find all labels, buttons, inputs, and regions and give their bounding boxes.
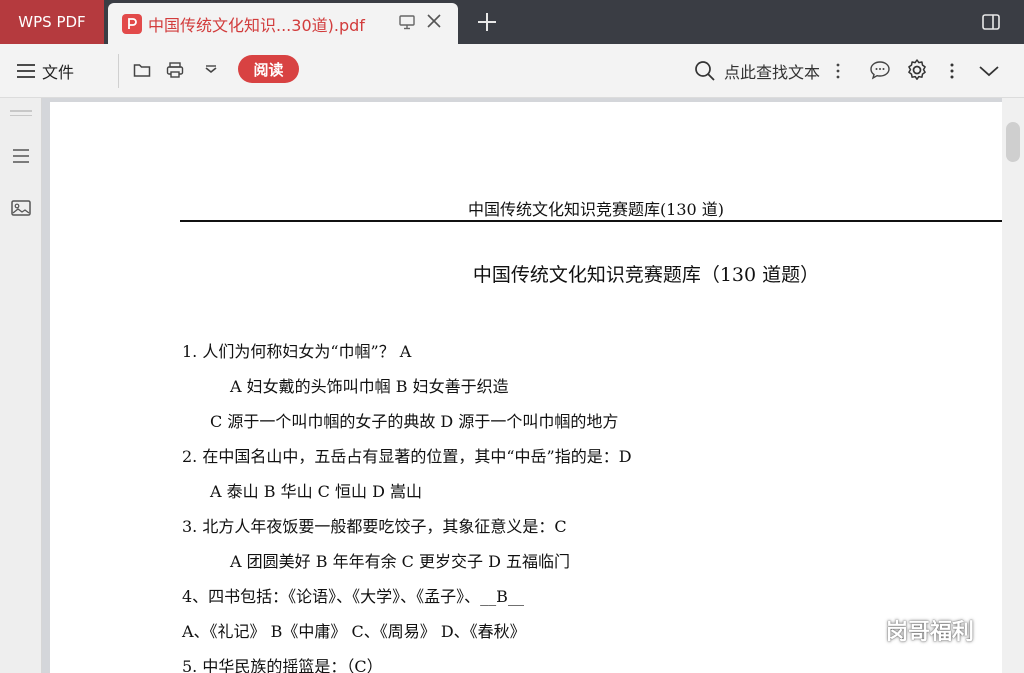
watermark-text: 岗哥福利 <box>886 620 975 645</box>
hamburger-menu-icon <box>17 64 35 78</box>
question-line: 5. 中华民族的摇篮是：（C） <box>182 657 383 673</box>
new-tab-plus-icon[interactable] <box>474 9 500 35</box>
wechat-watermark: 岗哥福利 <box>846 614 974 646</box>
print-button[interactable] <box>165 58 185 82</box>
sidebar-handle-line <box>10 115 32 116</box>
close-icon[interactable] <box>424 11 444 31</box>
monitor-icon[interactable] <box>398 13 416 31</box>
chevron-down-icon <box>205 65 217 74</box>
option-line: A 团圆美好 B 年年有余 C 更岁交子 D 五福临门 <box>230 552 570 571</box>
page-title: 中国传统文化知识竞赛题库（130 道题） <box>472 264 820 286</box>
folder-icon <box>133 64 151 77</box>
option-line: A 妇女戴的头饰叫巾帼 B 妇女善于织造 <box>230 377 509 396</box>
file-menu-label: 文件 <box>42 63 75 82</box>
question-line: 2. 在中国名山中，五岳占有显著的位置，其中“中岳”指的是：D <box>182 447 632 466</box>
document-viewport[interactable]: 中国传统文化知识竞赛题库(130 道) 中国传统文化知识竞赛题库（130 道题）… <box>42 98 1024 673</box>
search-options-button[interactable] <box>832 58 844 84</box>
more-dropdown-button[interactable] <box>201 58 221 82</box>
find-text-label: 点此查找文本 <box>724 63 821 82</box>
comment-button[interactable] <box>868 57 892 83</box>
chevron-down-icon <box>979 66 999 77</box>
option-line: A、《礼记》 B《中庸》 C、《周易》 D、《春秋》 <box>182 622 526 641</box>
toolbar: 文件 阅读 点此查找文本 <box>0 44 1024 98</box>
question-line: 1. 人们为何称妇女为“巾帼”？ A <box>182 342 412 361</box>
chat-bubble-icon <box>870 61 890 80</box>
toolbar-divider <box>118 54 119 88</box>
search-icon <box>695 61 715 81</box>
file-menu-button[interactable]: 文件 <box>16 56 74 86</box>
scrollbar-thumb[interactable] <box>1006 122 1020 162</box>
sidebar-handle[interactable] <box>10 110 32 112</box>
vertical-scrollbar[interactable] <box>1002 98 1024 673</box>
open-folder-button[interactable] <box>132 58 152 82</box>
outline-list-icon[interactable] <box>10 146 32 166</box>
option-line: A 泰山 B 华山 C 恒山 D 嵩山 <box>210 482 422 501</box>
more-options-button[interactable] <box>946 58 958 84</box>
settings-button[interactable] <box>904 56 930 84</box>
pdf-file-icon <box>122 13 142 34</box>
gear-icon <box>908 59 926 80</box>
page-header: 中国传统文化知识竞赛题库(130 道) <box>467 200 725 219</box>
printer-icon <box>166 62 184 78</box>
side-panel-icon[interactable] <box>980 11 1002 33</box>
read-mode-button[interactable]: 阅读 <box>238 55 299 83</box>
left-sidebar <box>0 98 42 673</box>
vertical-dots-icon <box>950 63 954 79</box>
tab-document-title: 中国传统文化知识...30道).pdf <box>148 15 365 35</box>
question-line: 4、四书包括：《论语》、《大学》、《孟子》、__B__ <box>182 587 524 606</box>
tab-wps-pdf[interactable]: WPS PDF <box>0 0 104 44</box>
option-line: C 源于一个叫巾帼的女子的典故 D 源于一个叫巾帼的地方 <box>210 412 619 431</box>
wechat-logo-icon <box>847 618 878 640</box>
find-text-button[interactable]: 点此查找文本 <box>694 56 820 86</box>
tab-bar: WPS PDF 中国传统文化知识...30道).pdf <box>0 0 1024 44</box>
vertical-dots-icon <box>836 63 840 79</box>
pdf-page: 中国传统文化知识竞赛题库(130 道) 中国传统文化知识竞赛题库（130 道题）… <box>50 102 1002 673</box>
header-rule <box>180 220 1002 222</box>
thumbnail-image-icon[interactable] <box>10 198 32 218</box>
question-line: 3. 北方人年夜饭要一般都要吃饺子，其象征意义是：C <box>182 517 567 536</box>
collapse-toolbar-button[interactable] <box>976 60 1002 82</box>
